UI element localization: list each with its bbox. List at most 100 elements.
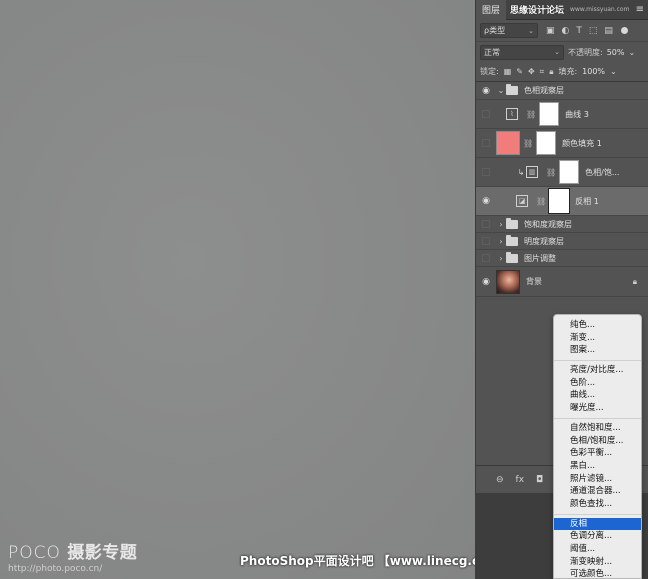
layer-row-curves[interactable]: ⌇ ⛓ 曲线 3 xyxy=(476,100,648,129)
chevron-right-icon[interactable]: › xyxy=(496,220,506,229)
filter-type-icon[interactable]: T xyxy=(576,26,582,36)
menu-item-gradient[interactable]: 渐变... xyxy=(554,332,641,345)
add-mask-icon[interactable]: ◘ xyxy=(536,475,543,485)
visibility-toggle[interactable] xyxy=(476,216,496,232)
watermark-brand-latin: POCO xyxy=(8,543,61,563)
layer-row-hue-saturation[interactable]: ↳ ▥ ⛓ 色相/饱... xyxy=(476,158,648,187)
visibility-toggle[interactable] xyxy=(476,129,496,157)
curves-icon: ⌇ xyxy=(506,108,518,120)
menu-item-threshold[interactable]: 阈值... xyxy=(554,543,641,556)
menu-item-photo-filter[interactable]: 照片滤镜... xyxy=(554,473,641,486)
layers-list: ◉ ⌄ 色相观察层 ⌇ ⛓ 曲线 3 ⛓ 颜色填充 1 ↳ ▥ ⛓ 色相/饱..… xyxy=(476,82,648,297)
menu-separator xyxy=(554,417,641,419)
layer-row-saturation-group[interactable]: › 饱和度观察层 xyxy=(476,216,648,233)
menu-item-invert[interactable]: 反相 xyxy=(554,517,641,531)
background-photo-thumbnail[interactable] xyxy=(496,269,520,294)
menu-item-color-lookup[interactable]: 颜色查找... xyxy=(554,498,641,511)
menu-item-color-balance[interactable]: 色彩平衡... xyxy=(554,447,641,460)
link-icon[interactable]: ⛓ xyxy=(526,110,536,119)
menu-item-levels[interactable]: 色阶... xyxy=(554,377,641,390)
folder-icon xyxy=(506,251,518,263)
invert-icon: ◪ xyxy=(516,195,528,207)
header-url: www.missyuan.com xyxy=(570,6,630,13)
layer-row-background[interactable]: ◉ 背景 🔒︎ xyxy=(476,267,648,297)
menu-item-selective-color[interactable]: 可选颜色... xyxy=(554,568,641,578)
header-title: 思缘设计论坛 xyxy=(510,6,565,16)
menu-item-channel-mixer[interactable]: 通道混合器... xyxy=(554,485,641,498)
layer-row-invert[interactable]: ◉ ◪ ⛓ 反相 1 xyxy=(476,187,648,216)
panel-menu-icon[interactable]: ≡ xyxy=(636,4,644,15)
chevron-down-icon: ⌄ xyxy=(554,48,560,56)
layer-name: 饱和度观察层 xyxy=(524,219,572,229)
visibility-toggle[interactable] xyxy=(476,250,496,266)
link-icon[interactable]: ⛓ xyxy=(523,139,533,148)
fill-swatch-thumbnail[interactable] xyxy=(496,131,520,155)
document-canvas[interactable] xyxy=(0,0,475,579)
lock-move-icon[interactable]: ✥ xyxy=(528,67,535,76)
filter-pixel-icon[interactable]: ▣ xyxy=(546,26,555,36)
watermark-url: http://photo.poco.cn/ xyxy=(8,564,103,574)
layer-name: 色相/饱... xyxy=(585,167,620,177)
layer-mask-thumbnail[interactable] xyxy=(536,131,557,155)
layer-row-image-adjust-group[interactable]: › 图片调整 xyxy=(476,250,648,267)
filter-adjustment-icon[interactable]: ◐ xyxy=(562,26,570,36)
visibility-toggle[interactable] xyxy=(476,100,496,128)
menu-item-exposure[interactable]: 曝光度... xyxy=(554,402,641,415)
fill-value[interactable]: 100% xyxy=(582,67,605,76)
layer-row-hue-group[interactable]: ◉ ⌄ 色相观察层 xyxy=(476,82,648,100)
menu-item-black-white[interactable]: 黑白... xyxy=(554,460,641,473)
visibility-toggle[interactable] xyxy=(476,233,496,249)
layer-mask-thumbnail[interactable] xyxy=(548,188,571,214)
chevron-down-icon[interactable]: ⌄ xyxy=(628,48,635,57)
lock-artboard-icon[interactable]: ⌗ xyxy=(540,67,545,77)
folder-icon xyxy=(506,234,518,246)
layer-name: 背景 xyxy=(526,277,542,286)
layer-name: 曲线 3 xyxy=(565,109,589,119)
filter-type-label: ρ类型 xyxy=(484,26,506,35)
chevron-down-icon[interactable]: ⌄ xyxy=(610,67,617,76)
lock-brush-icon[interactable]: ✎ xyxy=(516,67,523,76)
lock-all-icon[interactable]: 🔒︎ xyxy=(549,67,553,77)
menu-item-pattern[interactable]: 图案... xyxy=(554,344,641,357)
menu-item-solid-color[interactable]: 纯色... xyxy=(554,319,641,332)
layer-row-color-fill[interactable]: ⛓ 颜色填充 1 xyxy=(476,129,648,158)
menu-group-fill: 纯色... 渐变... 图案... xyxy=(554,319,641,357)
menu-item-hue-saturation[interactable]: 色相/饱和度... xyxy=(554,435,641,448)
layer-name: 色相观察层 xyxy=(524,86,564,95)
layer-row-lightness-group[interactable]: › 明度观察层 xyxy=(476,233,648,250)
eye-icon[interactable]: ◉ xyxy=(476,196,496,206)
panel-header: 图层 思缘设计论坛 www.missyuan.com ≡ xyxy=(476,0,648,20)
lock-transparent-icon[interactable]: ▦ xyxy=(504,67,512,76)
link-icon[interactable]: ⛓ xyxy=(536,197,546,206)
opacity-value[interactable]: 50% xyxy=(607,48,625,57)
layer-mask-thumbnail[interactable] xyxy=(539,102,560,126)
link-icon[interactable]: ⛓ xyxy=(546,168,556,177)
filter-toggle[interactable] xyxy=(620,27,628,34)
link-layers-icon[interactable]: ⊖ xyxy=(496,475,504,485)
clipping-arrow-icon: ↳ xyxy=(517,167,525,177)
chevron-down-icon[interactable]: ⌄ xyxy=(496,86,506,95)
blend-mode-select[interactable]: 正常 ⌄ xyxy=(480,44,564,60)
filter-shape-icon[interactable]: ⬚ xyxy=(589,26,598,36)
visibility-toggle[interactable] xyxy=(476,158,496,186)
menu-item-curves[interactable]: 曲线... xyxy=(554,389,641,402)
menu-item-brightness-contrast[interactable]: 亮度/对比度... xyxy=(554,364,641,377)
eye-icon[interactable]: ◉ xyxy=(476,86,496,96)
fx-icon[interactable]: fx xyxy=(516,475,525,485)
menu-item-gradient-map[interactable]: 渐变映射... xyxy=(554,556,641,569)
chevron-right-icon[interactable]: › xyxy=(496,237,506,246)
filter-smart-object-icon[interactable]: ▤ xyxy=(604,26,613,36)
hue-saturation-icon: ▥ xyxy=(526,166,538,178)
layer-mask-thumbnail[interactable] xyxy=(559,160,580,184)
lock-label: 锁定: xyxy=(480,67,499,76)
menu-item-posterize[interactable]: 色调分离... xyxy=(554,530,641,543)
eye-icon[interactable]: ◉ xyxy=(476,277,496,287)
chevron-right-icon[interactable]: › xyxy=(496,254,506,263)
menu-item-vibrance[interactable]: 自然饱和度... xyxy=(554,422,641,435)
tab-layers[interactable]: 图层 xyxy=(476,0,507,20)
filter-type-select[interactable]: ρ类型 ⌄ xyxy=(480,23,538,38)
blend-row: 正常 ⌄ 不透明度: 50% ⌄ xyxy=(476,42,648,62)
adjustment-layer-menu: 纯色... 渐变... 图案... 亮度/对比度... 色阶... 曲线... … xyxy=(553,314,642,579)
fill-label: 填充: xyxy=(558,67,578,76)
lock-row: 锁定: ▦ ✎ ✥ ⌗ 🔒︎ 填充: 100% ⌄ xyxy=(476,62,648,82)
